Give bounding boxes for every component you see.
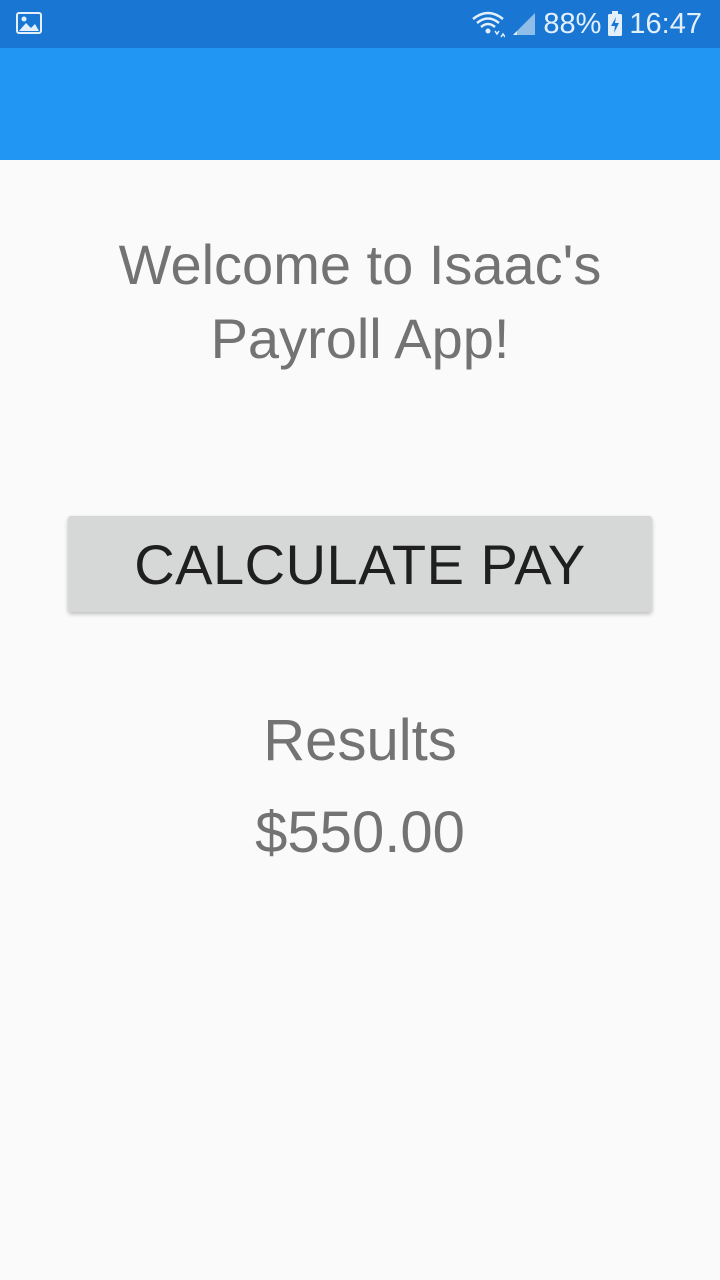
- status-bar: 88% 16:47: [0, 0, 720, 48]
- main-content: Welcome to Isaac's Payroll App! CALCULAT…: [0, 160, 720, 1280]
- app-bar: [0, 48, 720, 160]
- welcome-heading: Welcome to Isaac's Payroll App!: [118, 233, 602, 370]
- results-value: $550.00: [255, 800, 465, 865]
- battery-charging-icon: [607, 11, 623, 37]
- wifi-icon: [471, 10, 506, 38]
- image-notification-icon: [16, 12, 42, 34]
- calculate-pay-button[interactable]: CALCULATE PAY: [68, 516, 652, 612]
- signal-icon: [511, 11, 537, 37]
- clock: 16:47: [629, 7, 702, 40]
- battery-percent: 88%: [543, 7, 602, 40]
- results-label: Results: [263, 708, 457, 773]
- status-bar-right: 88% 16:47: [471, 0, 702, 48]
